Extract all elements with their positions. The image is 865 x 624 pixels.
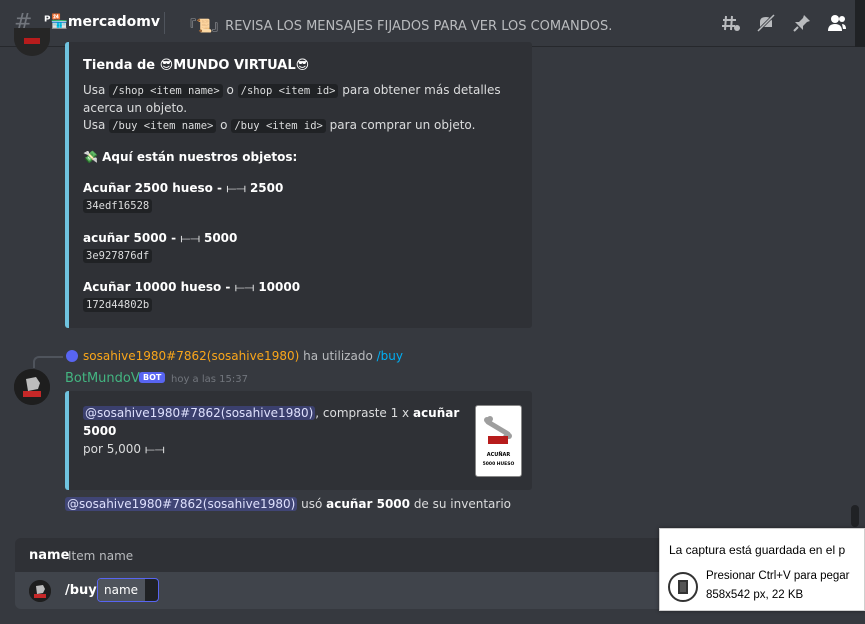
shop-embed: Tienda de 😎MUNDO VIRTUAL😎 Usa /shop <ite…: [65, 42, 532, 328]
usage-message: @sosahive1980#7862(sosahive1980) usó acu…: [65, 497, 511, 511]
avatar[interactable]: [14, 28, 50, 56]
option-name: name: [29, 548, 70, 563]
desc-text: o: [222, 83, 238, 97]
header-scrollbar: [855, 0, 865, 47]
slash-command-icon: [66, 350, 78, 362]
user-mention[interactable]: @sosahive1980#7862(sosahive1980): [83, 406, 316, 420]
threads-icon[interactable]: [721, 13, 741, 33]
item-price: 5000: [203, 231, 238, 245]
toast-instruction: Presionar Ctrl+V para pegar: [706, 570, 850, 582]
code-shop-name: /shop <item name>: [109, 84, 223, 98]
desc-text: Usa: [83, 118, 110, 132]
item-id: 172d44802b: [83, 298, 153, 312]
desc-text: o: [216, 118, 232, 132]
bone-icon: ⟝⟞: [234, 280, 259, 294]
clipboard-icon-inner: [678, 580, 688, 594]
usage-text-b: de su inventario: [410, 497, 511, 511]
slash-command: /buy: [65, 583, 97, 598]
members-icon[interactable]: [827, 13, 847, 33]
message-timestamp: hoy a las 15:37: [171, 374, 248, 385]
bone-icon: ⟝⟞: [180, 231, 204, 245]
item-id: 3e927876df: [83, 249, 153, 263]
purchase-text-a: , compraste 1 x: [315, 406, 413, 420]
purchase-text-b: por 5,000: [83, 442, 142, 456]
item-id: 34edf16528: [83, 199, 153, 213]
channel-name: ᴾ🏪mercadomv: [44, 14, 160, 30]
reply-action: ha utilizado: [299, 349, 377, 363]
usage-item: acuñar 5000: [326, 497, 410, 511]
item-name: Acuñar 10000 hueso -: [83, 280, 235, 294]
purchase-embed: @sosahive1980#7862(sosahive1980), compra…: [65, 391, 532, 490]
reply-command[interactable]: /buy: [377, 349, 403, 363]
bot-avatar[interactable]: [14, 369, 50, 405]
author-name[interactable]: BotMundoV: [65, 371, 140, 386]
shop-item: Acuñar 2500 hueso - ⟝⟞ 2500: [83, 181, 283, 196]
toast-file-info: 858x542 px, 22 KB: [706, 589, 804, 601]
code-shop-id: /shop <item id>: [237, 84, 339, 98]
channel-topic[interactable]: 『📜』REVISA LOS MENSAJES FIJADOS PARA VER …: [183, 15, 612, 34]
shop-title: Tienda de 😎MUNDO VIRTUAL😎: [83, 58, 310, 73]
code-buy-name: /buy <item name>: [109, 119, 217, 133]
bone-icon: ⟝⟞: [144, 442, 165, 456]
items-subtitle: 💸 Aquí están nuestros objetos:: [83, 150, 298, 164]
option-description: Item name: [68, 549, 134, 563]
option-field-label: name: [98, 579, 145, 601]
thumbnail-sublabel: 5000 HUESO: [482, 462, 515, 467]
item-thumbnail[interactable]: ACUÑAR 5000 HUESO: [475, 405, 522, 477]
mute-icon[interactable]: [756, 13, 776, 33]
shop-item: Acuñar 10000 hueso - ⟝⟞ 10000: [83, 280, 300, 295]
screenshot-toast[interactable]: La captura está guardada en el p Presion…: [659, 528, 865, 611]
bot-avatar: [29, 580, 51, 602]
item-name: Acuñar 2500 hueso -: [83, 181, 227, 195]
item-name: acuñar 5000 -: [83, 231, 181, 245]
messages-scrollbar[interactable]: [851, 505, 859, 527]
toast-title: La captura está guardada en el p: [669, 543, 846, 557]
bone-icon: ⟝⟞: [226, 181, 250, 195]
desc-text: para comprar un objeto.: [325, 118, 476, 132]
shop-item: acuñar 5000 - ⟝⟞ 5000: [83, 231, 237, 246]
desc-text: Usa: [83, 83, 110, 97]
reply-connector: [33, 356, 63, 368]
item-price: 10000: [258, 280, 301, 294]
reply-user[interactable]: sosahive1980#7862(sosahive1980): [83, 349, 299, 363]
reply-context[interactable]: sosahive1980#7862(sosahive1980) ha utili…: [83, 349, 403, 363]
header-divider: [164, 12, 165, 34]
user-mention[interactable]: @sosahive1980#7862(sosahive1980): [65, 497, 298, 511]
shop-description: Usa /shop <item name> o /shop <item id> …: [83, 82, 523, 135]
channel-header: # ᴾ🏪mercadomv 『📜』REVISA LOS MENSAJES FIJ…: [0, 0, 865, 47]
thumbnail-label: ACUÑAR: [486, 452, 511, 458]
name-option-field[interactable]: name: [97, 578, 159, 602]
purchase-text: @sosahive1980#7862(sosahive1980), compra…: [83, 404, 463, 458]
pin-icon[interactable]: [792, 13, 812, 33]
usage-text-a: usó: [297, 497, 327, 511]
item-price: 2500: [249, 181, 284, 195]
clipboard-icon: [668, 572, 698, 602]
bot-tag: BOT: [139, 372, 166, 383]
code-buy-id: /buy <item id>: [231, 119, 326, 133]
